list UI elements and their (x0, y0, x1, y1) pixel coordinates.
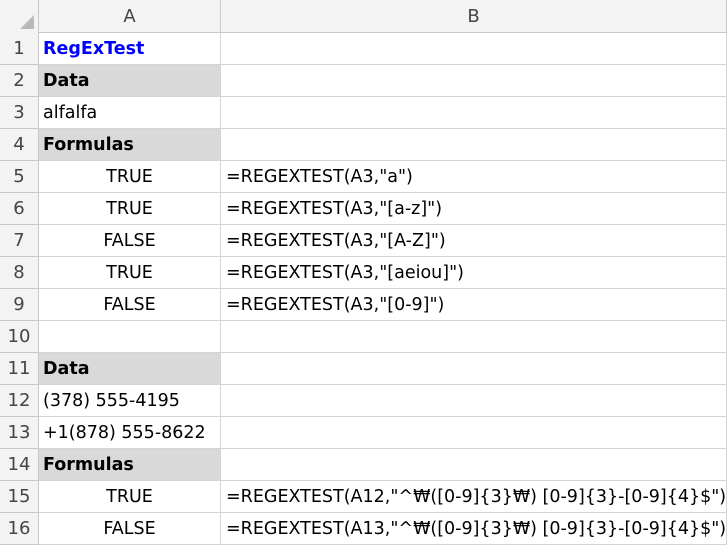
cell-a12[interactable]: (378) 555-4195 (39, 385, 221, 417)
cell-b12[interactable] (221, 385, 727, 417)
cell-b14[interactable] (221, 449, 727, 481)
row-header[interactable]: 9 (0, 289, 39, 321)
column-header-a[interactable]: A (39, 0, 221, 33)
cell-b8[interactable]: =REGEXTEST(A3,"[aeiou]") (221, 257, 727, 289)
cell-b4[interactable] (221, 129, 727, 161)
cell-b13[interactable] (221, 417, 727, 449)
cell-a1[interactable]: RegExTest (39, 33, 221, 65)
cell-a6[interactable]: TRUE (39, 193, 221, 225)
table-row: 4 Formulas (0, 129, 727, 161)
row-header[interactable]: 13 (0, 417, 39, 449)
table-row: 12 (378) 555-4195 (0, 385, 727, 417)
row-header[interactable]: 10 (0, 321, 39, 353)
cell-b9[interactable]: =REGEXTEST(A3,"[0-9]") (221, 289, 727, 321)
column-header-b[interactable]: B (221, 0, 727, 33)
table-row: 1 RegExTest (0, 33, 727, 65)
table-row: 9 FALSE =REGEXTEST(A3,"[0-9]") (0, 289, 727, 321)
cell-a8[interactable]: TRUE (39, 257, 221, 289)
table-row: 11 Data (0, 353, 727, 385)
cell-b1[interactable] (221, 33, 727, 65)
row-header[interactable]: 4 (0, 129, 39, 161)
row-header[interactable]: 2 (0, 65, 39, 97)
table-row: 7 FALSE =REGEXTEST(A3,"[A-Z]") (0, 225, 727, 257)
column-header-row: A B (0, 0, 727, 33)
cell-a3[interactable]: alfalfa (39, 97, 221, 129)
cell-b2[interactable] (221, 65, 727, 97)
cell-a16[interactable]: FALSE (39, 513, 221, 545)
row-header[interactable]: 14 (0, 449, 39, 481)
cell-b15[interactable]: =REGEXTEST(A12,"^₩([0-9]{3}₩) [0-9]{3}-[… (221, 481, 727, 513)
row-header[interactable]: 5 (0, 161, 39, 193)
spreadsheet-grid: A B 1 RegExTest 2 Data 3 alfalfa 4 Formulas 5 TRU… (0, 0, 727, 552)
cell-a2[interactable]: Data (39, 65, 221, 97)
cell-a11[interactable]: Data (39, 353, 221, 385)
table-row: 5 TRUE =REGEXTEST(A3,"a") (0, 161, 727, 193)
table-row: 8 TRUE =REGEXTEST(A3,"[aeiou]") (0, 257, 727, 289)
table-row: 3 alfalfa (0, 97, 727, 129)
cell-a7[interactable]: FALSE (39, 225, 221, 257)
cell-b6[interactable]: =REGEXTEST(A3,"[a-z]") (221, 193, 727, 225)
select-all-button[interactable] (0, 0, 39, 33)
cell-b16[interactable]: =REGEXTEST(A13,"^₩([0-9]{3}₩) [0-9]{3}-[… (221, 513, 727, 545)
cell-a15[interactable]: TRUE (39, 481, 221, 513)
row-header[interactable]: 15 (0, 481, 39, 513)
row-header[interactable]: 1 (0, 33, 39, 65)
cell-b3[interactable] (221, 97, 727, 129)
table-row: 6 TRUE =REGEXTEST(A3,"[a-z]") (0, 193, 727, 225)
row-header[interactable]: 7 (0, 225, 39, 257)
table-row: 15 TRUE =REGEXTEST(A12,"^₩([0-9]{3}₩) [0-9… (0, 481, 727, 513)
cell-a5[interactable]: TRUE (39, 161, 221, 193)
row-header[interactable]: 6 (0, 193, 39, 225)
row-header[interactable]: 12 (0, 385, 39, 417)
cell-a10[interactable] (39, 321, 221, 353)
cell-b10[interactable] (221, 321, 727, 353)
row-header[interactable]: 11 (0, 353, 39, 385)
row-header[interactable]: 16 (0, 513, 39, 545)
select-all-triangle-icon (20, 15, 34, 29)
cell-a14[interactable]: Formulas (39, 449, 221, 481)
row-header[interactable]: 8 (0, 257, 39, 289)
cell-a9[interactable]: FALSE (39, 289, 221, 321)
cell-b11[interactable] (221, 353, 727, 385)
row-header[interactable]: 3 (0, 97, 39, 129)
table-row: 13 +1(878) 555-8622 (0, 417, 727, 449)
table-row: 2 Data (0, 65, 727, 97)
table-row: 14 Formulas (0, 449, 727, 481)
table-row: 16 FALSE =REGEXTEST(A13,"^₩([0-9]{3}₩) [0-… (0, 513, 727, 545)
cell-a13[interactable]: +1(878) 555-8622 (39, 417, 221, 449)
cell-b5[interactable]: =REGEXTEST(A3,"a") (221, 161, 727, 193)
cell-a4[interactable]: Formulas (39, 129, 221, 161)
cell-b7[interactable]: =REGEXTEST(A3,"[A-Z]") (221, 225, 727, 257)
table-row: 10 (0, 321, 727, 353)
